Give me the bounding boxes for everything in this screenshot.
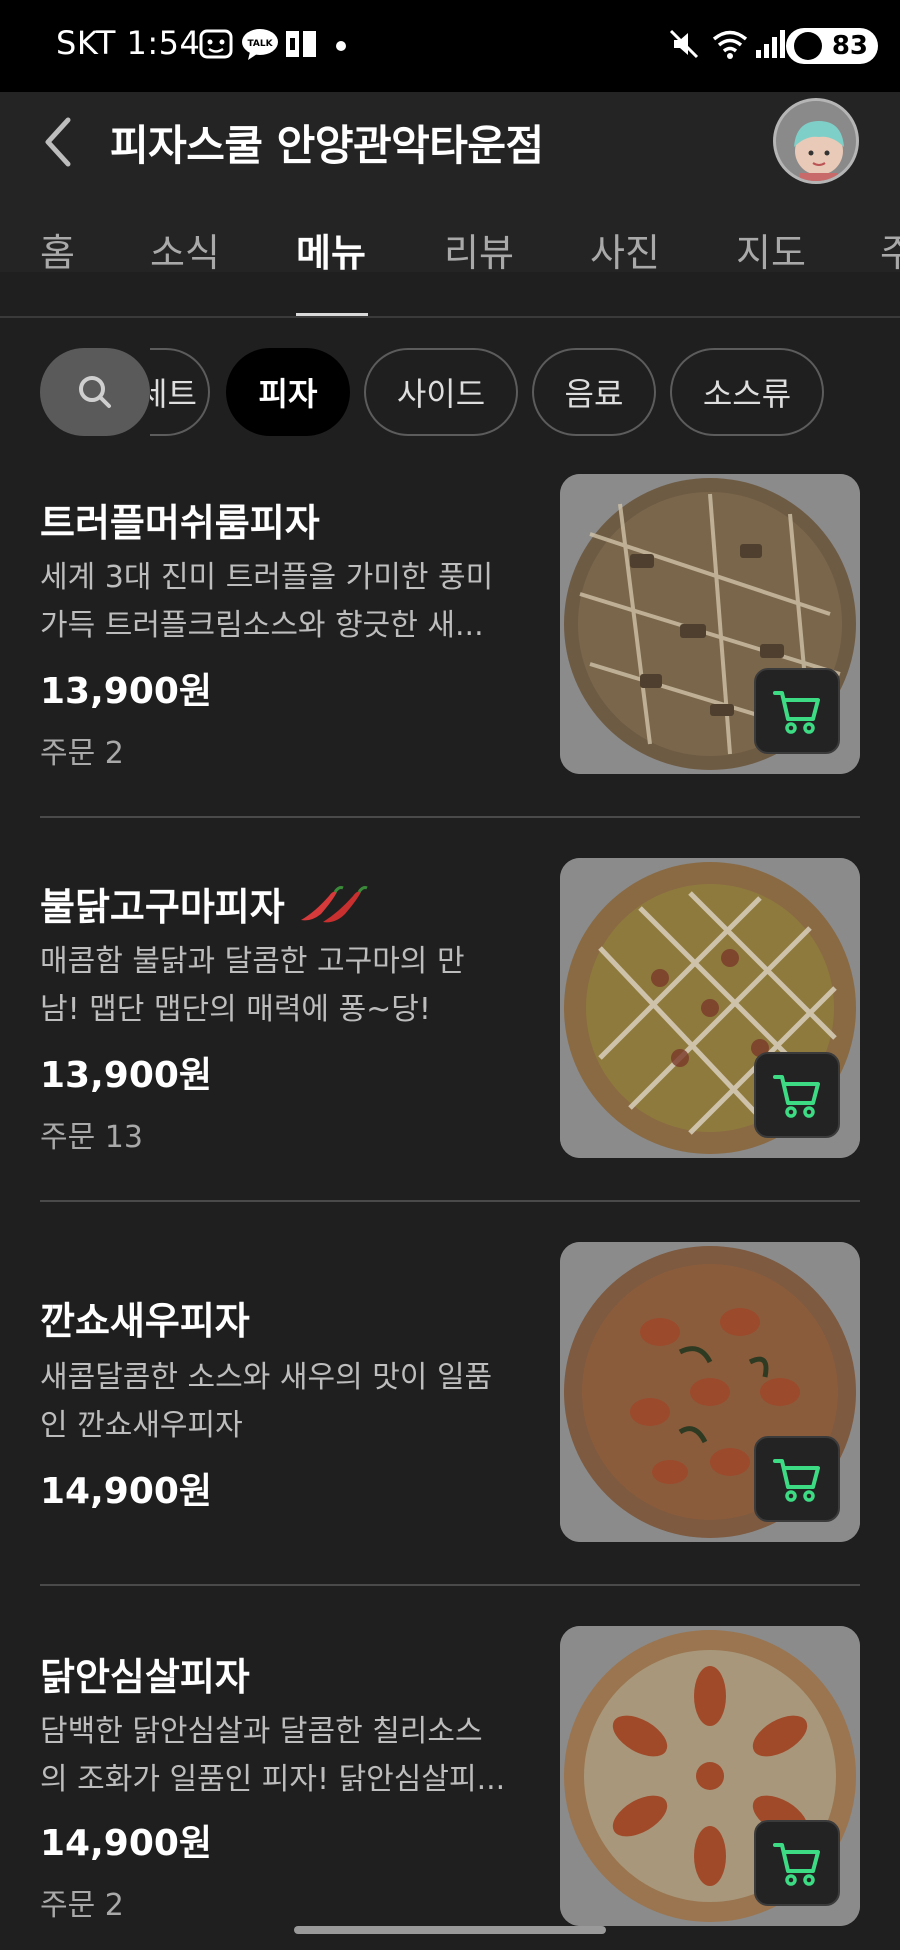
category-chip-bar: 세트 피자 사이드 음료 소스류 xyxy=(0,318,900,468)
list-divider xyxy=(40,1584,860,1586)
menu-item-desc-line: 담백한 닭안심살과 달콤한 칠리소스 xyxy=(40,1714,483,1749)
chip-side[interactable]: 사이드 xyxy=(364,348,518,436)
menu-item-photo[interactable] xyxy=(560,1242,860,1542)
cart-icon xyxy=(773,1459,820,1502)
menu-item-desc-line: 남! 맵단 맵단의 매력에 퐁~당! xyxy=(40,992,431,1027)
search-icon xyxy=(79,376,111,408)
chili-pepper-spicy-icon xyxy=(300,885,368,922)
menu-item-name-text: 트러플머쉬룸피자 xyxy=(40,501,320,545)
menu-item-desc-line: 가득 트러플크림소스와 향긋한 새... xyxy=(40,608,484,643)
clock-label: 1:54 xyxy=(126,24,201,62)
list-divider xyxy=(40,816,860,818)
profile-avatar[interactable]: ~ xyxy=(773,98,859,184)
battery-indicator: 83 xyxy=(786,28,878,64)
mute-icon xyxy=(669,29,699,59)
menu-item-desc-line: 새콤달콤한 소스와 새우의 맛이 일품 xyxy=(40,1360,493,1395)
tab-home[interactable]: 홈 xyxy=(40,222,75,277)
chip-set-partial[interactable]: 세트 xyxy=(150,348,210,436)
menu-item-name-text: 닭안심살피자 xyxy=(40,1655,250,1699)
svg-text:TALK: TALK xyxy=(247,39,273,49)
chip-drinks[interactable]: 음료 xyxy=(532,348,656,436)
list-divider xyxy=(40,1200,860,1202)
menu-item-desc-line: 인 깐쇼새우피자 xyxy=(40,1408,243,1443)
menu-item-price: 13,900원 xyxy=(40,1055,213,1096)
home-indicator[interactable] xyxy=(294,1926,606,1934)
status-carrier-time: SKT 1:54 xyxy=(56,24,200,62)
app-notification-icon xyxy=(286,31,316,57)
menu-item[interactable]: 깐쇼새우피자 새콤달콤한 소스와 새우의 맛이 일품 인 깐쇼새우피자 14,9… xyxy=(0,1240,900,1624)
carrier-label: SKT xyxy=(56,24,116,62)
tab-map[interactable]: 지도 xyxy=(736,222,806,277)
chip-pizza[interactable]: 피자 xyxy=(226,348,350,436)
tab-news[interactable]: 소식 xyxy=(150,222,220,277)
menu-item-name-text: 불닭고구마피자 xyxy=(40,885,285,929)
add-to-cart-button[interactable] xyxy=(754,1052,840,1138)
chip-drinks-label: 음료 xyxy=(564,375,624,413)
cart-icon xyxy=(773,1843,820,1886)
menu-item-photo[interactable] xyxy=(560,474,860,774)
tab-menu[interactable]: 메뉴 xyxy=(296,222,366,277)
menu-item-photo[interactable] xyxy=(560,858,860,1158)
chip-pizza-label: 피자 xyxy=(258,375,318,413)
chip-side-label: 사이드 xyxy=(396,375,486,413)
menu-item-desc-line: 매콤함 불닭과 달콤한 고구마의 만 xyxy=(40,944,465,979)
menu-item-price: 14,900원 xyxy=(40,1471,213,1512)
add-to-cart-button[interactable] xyxy=(754,1436,840,1522)
menu-item-desc-line: 의 조화가 일품인 피자! 닭안심살피... xyxy=(40,1762,506,1797)
store-title: 피자스쿨 안양관악타운점 xyxy=(110,121,544,170)
svg-text:~: ~ xyxy=(844,105,856,121)
talk-icon: TALK xyxy=(242,29,278,60)
store-tabs: 홈 소식 메뉴 리뷰 사진 지도 주 xyxy=(0,222,900,312)
chip-set-label: 세트 xyxy=(150,375,197,413)
menu-item-name: 깐쇼새우피자 xyxy=(40,1290,250,1345)
menu-item-description: 담백한 닭안심살과 달콤한 칠리소스 의 조화가 일품인 피자! 닭안심살피..… xyxy=(40,1708,520,1804)
chip-sauces[interactable]: 소스류 xyxy=(670,348,824,436)
more-notifications-dot-icon xyxy=(336,41,346,51)
tab-photos[interactable]: 사진 xyxy=(590,222,660,277)
screenshot-icon xyxy=(199,29,233,59)
menu-item[interactable]: 닭안심살피자 담백한 닭안심살과 달콤한 칠리소스 의 조화가 일품인 피자! … xyxy=(0,1624,900,1950)
menu-item-name-text: 깐쇼새우피자 xyxy=(40,1299,250,1343)
menu-item-desc-line: 세계 3대 진미 트러플을 가미한 풍미 xyxy=(40,560,494,595)
menu-item-order-count: 주문 2 xyxy=(40,1888,124,1923)
menu-item-description: 새콤달콤한 소스와 새우의 맛이 일품 인 깐쇼새우피자 xyxy=(40,1354,520,1450)
menu-item-photo[interactable] xyxy=(560,1626,860,1926)
menu-item-price: 13,900원 xyxy=(40,671,213,712)
tab-more[interactable]: 주 xyxy=(880,222,900,277)
menu-item-order-count: 주문 2 xyxy=(40,736,124,771)
chip-sauces-label: 소스류 xyxy=(702,375,792,413)
menu-item-description: 매콤함 불닭과 달콤한 고구마의 만 남! 맵단 맵단의 매력에 퐁~당! xyxy=(40,938,520,1034)
back-arrow-icon[interactable] xyxy=(34,110,86,174)
menu-item-order-count: 주문 13 xyxy=(40,1120,143,1155)
add-to-cart-button[interactable] xyxy=(754,668,840,754)
avatar-face-icon: ~ xyxy=(794,105,856,181)
cart-icon xyxy=(773,691,820,734)
signal-icon xyxy=(756,30,785,58)
menu-item-name: 닭안심살피자 xyxy=(40,1646,250,1701)
cart-icon xyxy=(773,1075,820,1118)
menu-item-name: 불닭고구마피자 xyxy=(40,876,373,931)
menu-item-name: 트러플머쉬룸피자 xyxy=(40,492,320,547)
menu-item-description: 세계 3대 진미 트러플을 가미한 풍미 가득 트러플크림소스와 향긋한 새..… xyxy=(40,554,520,650)
menu-search-button[interactable] xyxy=(40,348,150,436)
add-to-cart-button[interactable] xyxy=(754,1820,840,1906)
battery-level: 83 xyxy=(831,31,868,61)
tab-reviews[interactable]: 리뷰 xyxy=(444,222,514,277)
menu-item[interactable]: 트러플머쉬룸피자 세계 3대 진미 트러플을 가미한 풍미 가득 트러플크림소스… xyxy=(0,470,900,854)
store-header: 피자스쿨 안양관악타운점 ~ 홈 소식 메뉴 리뷰 사진 지도 주 xyxy=(0,92,900,275)
status-bar: SKT 1:54 TALK 83 xyxy=(0,0,900,92)
wifi-icon xyxy=(712,30,748,59)
menu-item[interactable]: 불닭고구마피자 매콤함 불닭과 달콤한 고구마의 만 남! 맵단 맵단의 매력에… xyxy=(0,856,900,1240)
menu-item-price: 14,900원 xyxy=(40,1823,213,1864)
battery-charging-icon xyxy=(794,32,822,60)
